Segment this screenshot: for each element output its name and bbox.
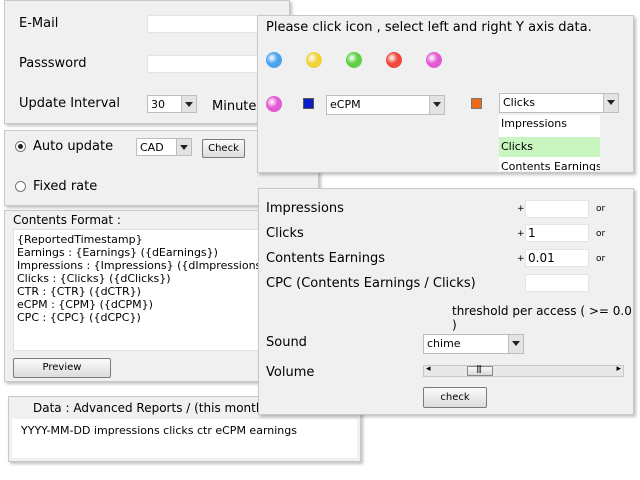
impressions-label: Impressions: [266, 201, 344, 216]
chevron-down-icon[interactable]: [508, 335, 523, 353]
impressions-plus: +: [517, 204, 525, 214]
left-axis-color-icon: [303, 98, 314, 109]
email-label: E-Mail: [19, 16, 59, 31]
interval-value: 30: [151, 98, 165, 111]
contents-earnings-label: Contents Earnings: [266, 251, 386, 266]
cpc-threshold-input[interactable]: [525, 274, 589, 292]
right-axis-dropdown-list: Impressions Clicks Contents Earnings: [499, 115, 600, 171]
password-label: Passsword: [19, 56, 87, 71]
yellow-color-icon[interactable]: [306, 52, 322, 68]
clicks-plus: +: [517, 229, 525, 239]
volume-thumb[interactable]: |||: [467, 364, 493, 376]
contents-earnings-threshold-input[interactable]: 0.01: [525, 249, 589, 267]
dropdown-option-clicks-label: Clicks: [501, 140, 533, 153]
threshold-per-access-label: threshold per access ( >= 0.0 ): [452, 304, 632, 332]
sound-value: chime: [427, 337, 461, 350]
selected-color-icon[interactable]: [266, 96, 282, 112]
right-axis-value: Clicks: [503, 96, 535, 109]
impressions-or: or: [596, 204, 606, 214]
auto-update-radio[interactable]: [15, 141, 26, 152]
dropdown-option-clicks[interactable]: Clicks: [499, 137, 600, 157]
contents-earnings-threshold-value: 0.01: [528, 251, 555, 265]
dropdown-option-contents-earnings[interactable]: Contents Earnings: [501, 160, 600, 171]
fixed-rate-label: Fixed rate: [33, 179, 98, 194]
sound-label: Sound: [266, 335, 307, 350]
fixed-rate-radio[interactable]: [15, 181, 26, 192]
preview-button[interactable]: Preview: [13, 358, 111, 378]
grip-icon: |||: [476, 364, 482, 373]
clicks-threshold-input[interactable]: 1: [525, 224, 589, 242]
chevron-down-icon[interactable]: [181, 96, 196, 112]
threshold-panel: Impressions + or Clicks + 1 or Contents …: [258, 188, 634, 415]
impressions-threshold-input[interactable]: [525, 200, 589, 218]
scroll-left-arrow-icon[interactable]: ◂: [426, 364, 431, 374]
sound-check-button[interactable]: check: [423, 387, 487, 408]
red-color-icon[interactable]: [386, 52, 402, 68]
interval-label: Update Interval: [19, 96, 120, 111]
clicks-or: or: [596, 229, 606, 239]
chevron-down-icon[interactable]: [176, 139, 191, 155]
chevron-down-icon[interactable]: [603, 94, 618, 112]
contents-earnings-or: or: [596, 254, 606, 264]
contents-format-title: Contents Format :: [13, 213, 121, 227]
right-axis-color-icon: [471, 98, 482, 109]
chevron-down-icon[interactable]: [429, 96, 444, 114]
auto-update-label: Auto update: [33, 139, 114, 154]
data-panel-content[interactable]: YYYY-MM-DD impressions clicks ctr eCPM e…: [12, 419, 357, 458]
csv-header-text: YYYY-MM-DD impressions clicks ctr eCPM e…: [21, 424, 297, 437]
sound-select[interactable]: chime: [423, 334, 524, 354]
cpc-label: CPC (Contents Earnings / Clicks): [266, 276, 476, 291]
currency-value: CAD: [140, 141, 164, 154]
green-color-icon[interactable]: [346, 52, 362, 68]
axis-instruction: Please click icon , select left and righ…: [266, 20, 592, 35]
dropdown-option-impressions[interactable]: Impressions: [501, 117, 567, 130]
contents-earnings-plus: +: [517, 254, 525, 264]
left-axis-select[interactable]: eCPM: [326, 95, 445, 115]
clicks-threshold-value: 1: [528, 226, 536, 240]
currency-select[interactable]: CAD: [136, 138, 192, 156]
blue-color-icon[interactable]: [266, 52, 282, 68]
right-axis-select[interactable]: Clicks: [499, 93, 619, 113]
minutes-label: Minutes: [212, 99, 264, 114]
scroll-right-arrow-icon[interactable]: ▸: [616, 364, 621, 374]
check-rate-button[interactable]: Check: [202, 139, 245, 158]
clicks-label: Clicks: [266, 226, 304, 241]
volume-label: Volume: [266, 365, 315, 380]
magenta-color-icon[interactable]: [426, 52, 442, 68]
axis-panel: Please click icon , select left and righ…: [257, 15, 634, 173]
left-axis-value: eCPM: [330, 98, 361, 111]
volume-scrollbar[interactable]: ◂ ||| ▸: [423, 364, 624, 377]
interval-select[interactable]: 30: [147, 95, 197, 113]
account-panel: E-Mail Passsword Update Interval 30 Minu…: [4, 0, 290, 124]
